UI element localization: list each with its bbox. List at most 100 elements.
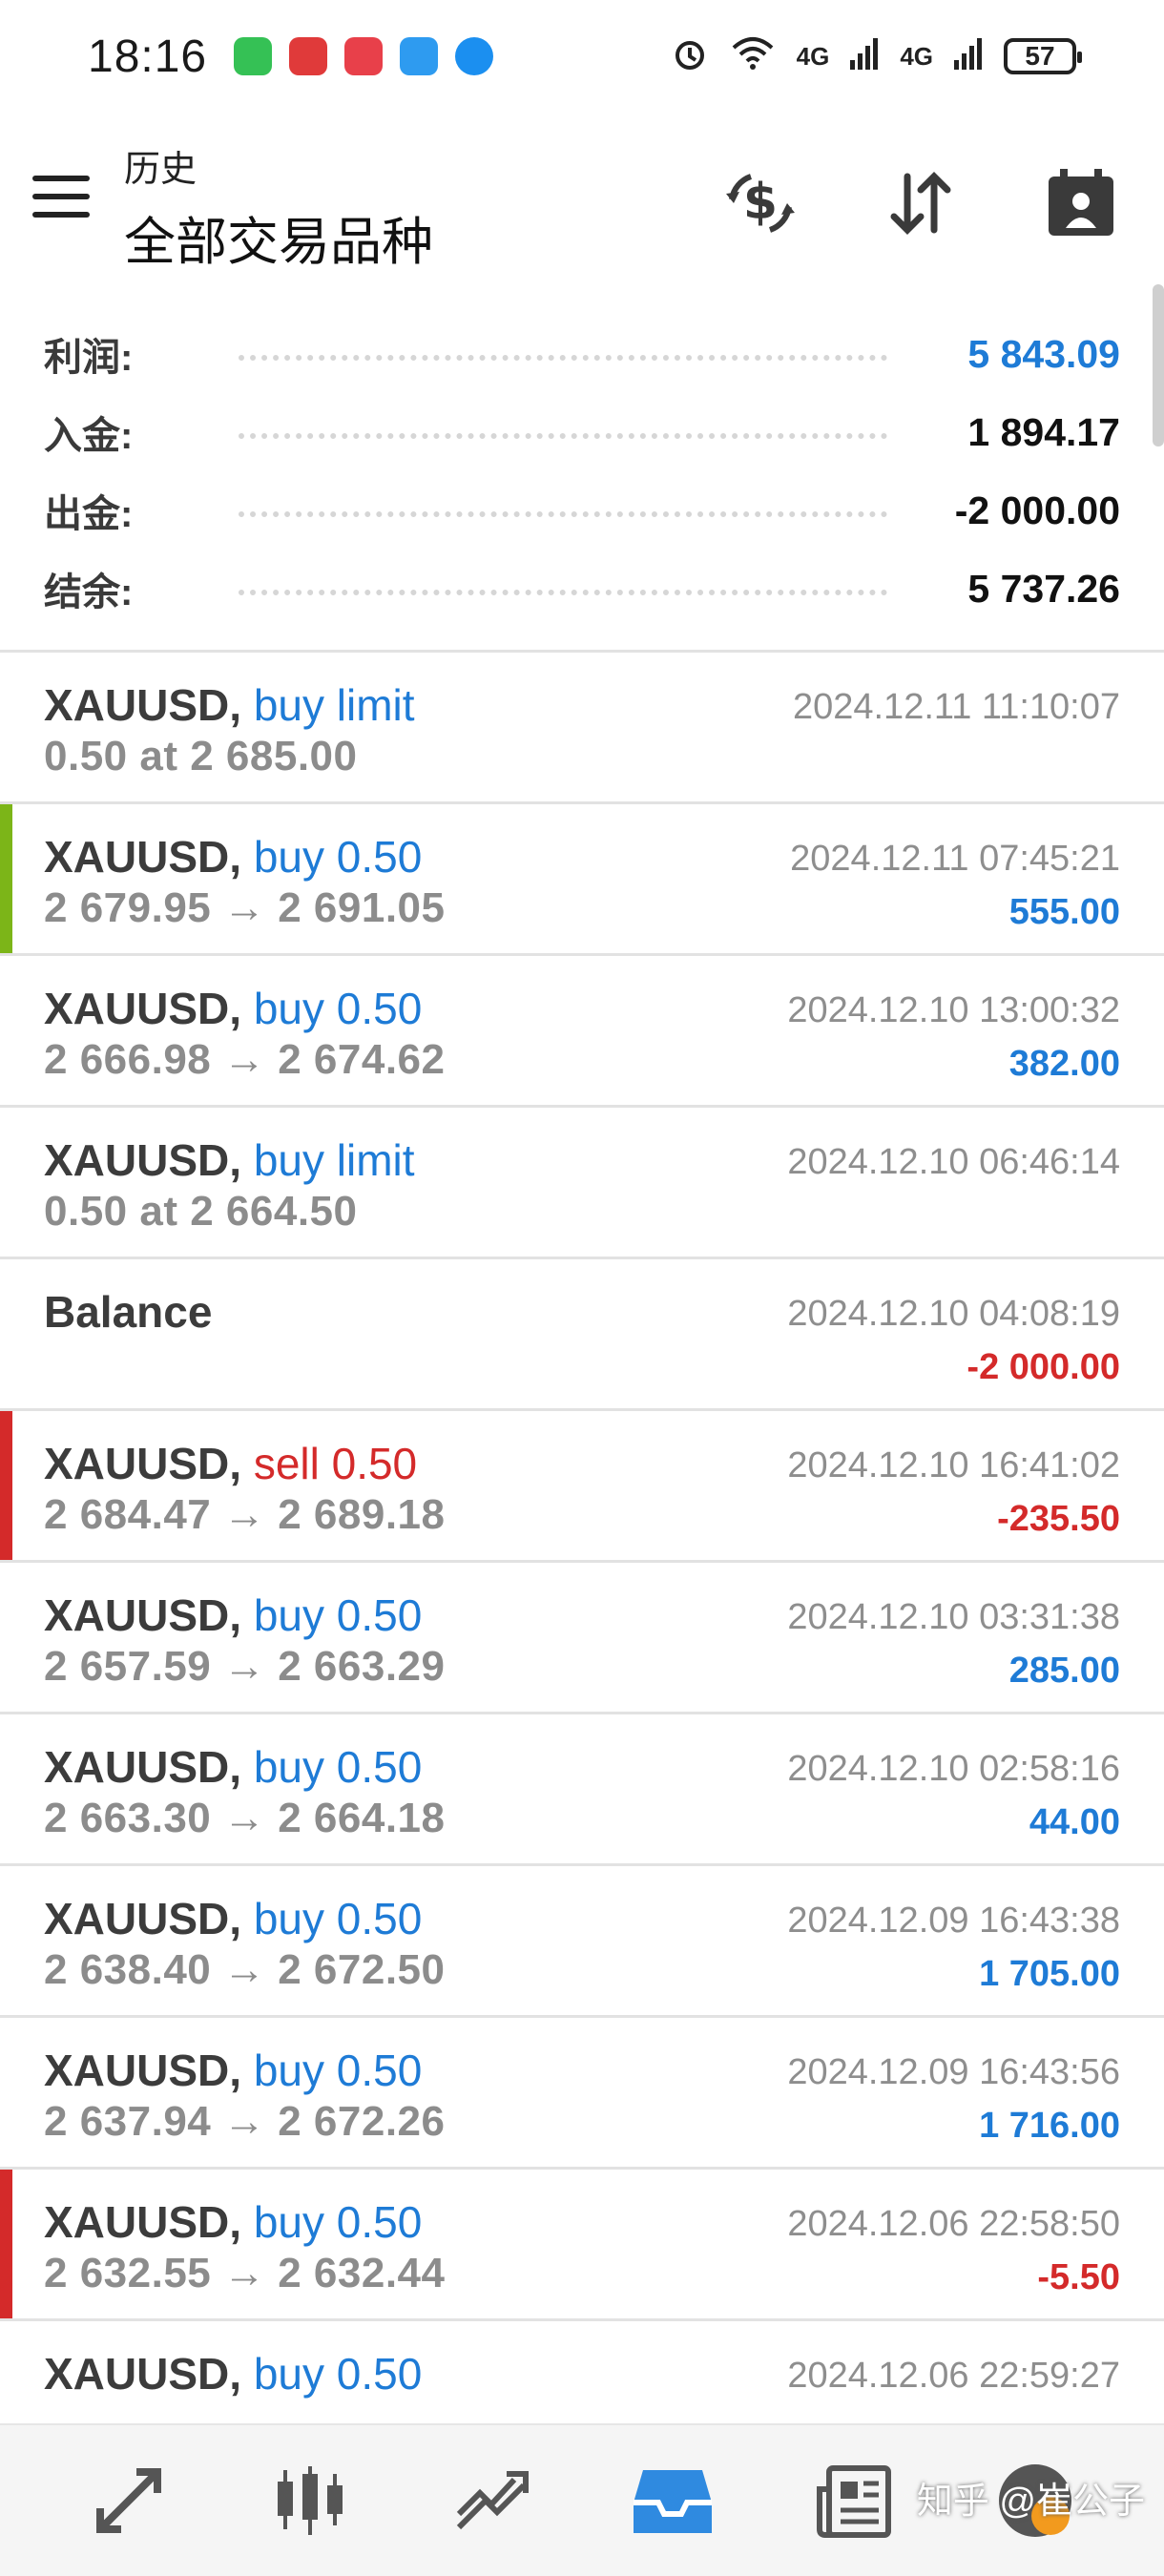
deal-row[interactable]: XAUUSD, buy limit 0.50 at 2 685.00 2024.12… [0,650,1164,801]
dotted-leader [239,511,887,517]
deal-prices: 2 663.30 → 2 664.18 [44,1795,446,1841]
deal-symbol: XAUUSD, [44,1439,242,1488]
deal-row[interactable]: XAUUSD, buy 0.50 2 657.59 → 2 663.29 2024.… [0,1560,1164,1712]
battery-icon: 57 [1004,38,1082,74]
dotted-leader [239,355,887,361]
deal-prices: 2 637.94 → 2 672.26 [44,2098,446,2145]
signal-right: 4G [900,41,933,71]
signal-left: 4G [796,41,830,71]
deal-prices: 2 666.98 → 2 674.62 [44,1036,446,1083]
deal-row[interactable]: XAUUSD, buy 0.50 2 638.40 → 2 672.50 2024.… [0,1863,1164,2015]
deal-title: Balance [44,1286,212,1338]
deal-title: XAUUSD, buy 0.50 [44,2196,422,2248]
deal-symbol: XAUUSD, [44,832,242,882]
deal-symbol: XAUUSD, [44,1590,242,1640]
deal-prices: 2 638.40 → 2 672.50 [44,1946,446,1993]
dotted-leader [239,590,887,595]
signal-bars-icon [954,37,983,76]
deal-profit: -5.50 [1037,2257,1120,2297]
wifi-icon [730,34,776,79]
deal-profit: 1 716.00 [979,2106,1120,2146]
summary-label: 结余: [44,571,134,613]
summary-row-balance: 结余: 5 737.26 [0,550,1164,628]
summary-value: -2 000.00 [954,488,1120,532]
deal-profit: 1 705.00 [979,1954,1120,1994]
deal-type: buy limit [253,680,415,730]
summary-value: 1 894.17 [967,409,1120,454]
summary-row-deposit: 入金: 1 894.17 [0,393,1164,471]
deal-type: buy 0.50 [253,1742,423,1792]
menu-icon[interactable] [32,176,90,218]
calendar-period-icon[interactable] [1038,160,1124,246]
deal-time: 2024.12.09 16:43:38 [787,1901,1120,1941]
sort-icon[interactable] [878,160,964,246]
symbol-filter-title[interactable]: 全部交易品种 [124,199,433,275]
deal-row[interactable]: XAUUSD, buy 0.50 2 666.98 → 2 674.62 2024.… [0,953,1164,1105]
deal-time: 2024.12.10 06:46:14 [787,1142,1120,1182]
deal-symbol: XAUUSD, [44,680,242,730]
dotted-leader [239,433,887,439]
summary-row-profit: 利润: 5 843.09 [0,315,1164,393]
deal-type: buy 0.50 [253,2197,423,2247]
nav-history-icon[interactable] [625,2453,720,2548]
deal-title: XAUUSD, buy 0.50 [44,983,422,1034]
deposit-filter-icon[interactable]: $ [717,160,803,246]
deal-time: 2024.12.06 22:59:27 [787,2356,1120,2396]
deal-symbol: XAUUSD, [44,2349,242,2399]
deal-symbol: Balance [44,1287,213,1337]
deal-type: buy 0.50 [253,1894,423,1943]
title-block: 历史 全部交易品种 [124,139,433,275]
deal-type: buy 0.50 [253,2349,423,2399]
nav-chart-icon[interactable] [262,2453,358,2548]
deal-row[interactable]: XAUUSD, buy 0.50 2 663.30 → 2 664.18 2024.… [0,1712,1164,1863]
deal-row[interactable]: XAUUSD, buy 0.50 2 679.95 → 2 691.05 2024.… [0,801,1164,953]
deal-row[interactable]: XAUUSD, buy 0.50 2 637.94 → 2 672.26 2024.… [0,2015,1164,2167]
deal-time: 2024.12.10 02:58:16 [787,1749,1120,1789]
deal-row[interactable]: Balance 2024.12.10 04:08:19 -2 000.00 [0,1257,1164,1408]
deal-title: XAUUSD, sell 0.50 [44,1438,417,1489]
deal-marker [0,2170,12,2318]
deal-prices: 2 632.55 → 2 632.44 [44,2250,446,2296]
watermark: 知乎 @崔公子 [916,2482,1145,2522]
nav-quotes-icon[interactable] [81,2453,177,2548]
deal-row[interactable]: XAUUSD, buy 0.50 2 632.55 → 2 632.44 2024.… [0,2167,1164,2318]
deal-symbol: XAUUSD, [44,2046,242,2095]
shopping-notification-icon [289,37,328,75]
deal-profit: 382.00 [1008,1044,1120,1084]
signal-bars-icon [850,37,879,76]
nav-trade-icon[interactable] [444,2453,539,2548]
deal-symbol: XAUUSD, [44,1742,242,1792]
deal-title: XAUUSD, buy limit [44,1134,415,1186]
deal-time: 2024.12.10 03:31:38 [787,1597,1120,1637]
nav-news-icon[interactable] [806,2453,902,2548]
deal-row[interactable]: XAUUSD, buy limit 0.50 at 2 664.50 2024.12… [0,1105,1164,1257]
deal-type: sell 0.50 [253,1439,418,1488]
summary-value: 5 843.09 [967,331,1120,376]
status-bar: 18:16 4G 4G 57 [0,0,1164,113]
summary-label: 入金: [44,415,134,457]
deal-time: 2024.12.10 16:41:02 [787,1445,1120,1485]
deal-row[interactable]: XAUUSD, sell 0.50 2 684.47 → 2 689.18 2024… [0,1408,1164,1560]
deal-prices: 2 679.95 → 2 691.05 [44,884,446,931]
deal-title: XAUUSD, buy 0.50 [44,831,422,883]
wechat-notification-icon [234,37,273,75]
deal-type: buy 0.50 [253,984,423,1033]
weather-notification-icon [400,37,439,75]
deal-prices: 0.50 at 2 664.50 [44,1188,358,1235]
summary-label: 利润: [44,337,134,379]
summary-label: 出金: [44,493,134,535]
deal-symbol: XAUUSD, [44,1135,242,1185]
huawei-notification-icon [344,37,384,75]
deal-profit: 555.00 [1008,892,1120,932]
alarm-icon [671,34,709,79]
summary-value: 5 737.26 [967,566,1120,611]
deals-list: XAUUSD, buy limit 0.50 at 2 685.00 2024.12… [0,650,1164,2470]
browser-notification-icon [455,37,494,75]
deal-time: 2024.12.11 07:45:21 [790,839,1120,879]
deal-time: 2024.12.10 04:08:19 [787,1294,1120,1334]
deal-marker [0,1411,12,1560]
deal-profit: -2 000.00 [967,1347,1120,1387]
deal-title: XAUUSD, buy 0.50 [44,2348,422,2399]
status-time: 18:16 [88,31,208,82]
svg-text:$: $ [743,174,778,231]
